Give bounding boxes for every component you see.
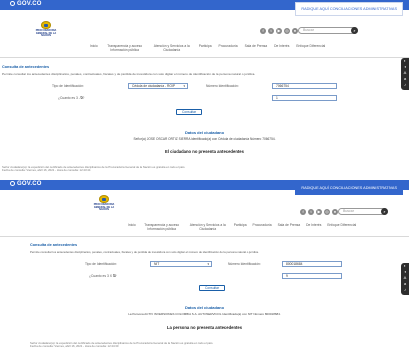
id-number-label: Número Identificación: [206, 84, 239, 88]
gov-logo-icon [10, 181, 15, 186]
id-number-label: Número Identificación: [228, 262, 261, 266]
search-icon[interactable]: ⌕ [381, 208, 388, 215]
result-citizen-line: La Persona ACTIV INVERSIONES COLOMBIA S.… [128, 312, 281, 316]
conciliaciones-link[interactable]: RADIQUE AQUÍ CONCILIACIONES ADMINISTRATI… [295, 181, 403, 195]
divider [0, 57, 409, 58]
consult-button[interactable]: Consultar [199, 285, 226, 291]
nav-inicio[interactable]: Inicio [128, 223, 136, 232]
nav-transparencia[interactable]: Transparencia y acceso Información públi… [142, 223, 182, 232]
accessibility-bar: ◐ ◑ A a ♪ [401, 58, 409, 90]
main-nav: Inicio Transparencia y acceso Informació… [90, 44, 325, 53]
main-nav: Inicio Transparencia y acceso Informació… [128, 223, 356, 232]
accessibility-bar: ◐ ◑ A a ♪ [401, 263, 409, 295]
nav-inicio[interactable]: Inicio [90, 44, 98, 53]
facebook-icon[interactable]: f [300, 209, 306, 215]
audio-icon[interactable]: ♪ [401, 82, 409, 88]
screenshot-1: GOV.CO RADIQUE AQUÍ CONCILIACIONES ADMIN… [0, 0, 409, 178]
procuraduria-logo[interactable]: PROCURADURIA GENERAL DE LA NACION [92, 195, 116, 211]
screenshot-2: GOV.CO RADIQUE AQUÍ CONCILIACIONES ADMIN… [0, 180, 409, 355]
id-type-select[interactable]: Cédula de ciudadanía - ROIP ▾ [128, 83, 188, 89]
nav-participa[interactable]: Participa [199, 44, 212, 53]
section-title: Consulta de antecedentes [2, 65, 50, 69]
divider [0, 236, 409, 237]
social-links: f t ▶ ◎ ● [300, 209, 338, 215]
instructions-text: Permite consultar los antecedentes disci… [2, 72, 256, 76]
audio-icon[interactable]: ♪ [401, 287, 409, 293]
conciliaciones-link[interactable]: RADIQUE AQUÍ CONCILIACIONES ADMINISTRATI… [295, 2, 403, 16]
twitter-icon[interactable]: t [268, 28, 274, 34]
nav-transparencia[interactable]: Transparencia y acceso Información públi… [105, 44, 145, 53]
result-heading: Datos del ciudadano [184, 305, 225, 310]
result-heading: Datos del ciudadano [184, 130, 225, 135]
search-input[interactable]: Buscar ⌕ [298, 27, 358, 34]
search-icon[interactable]: ⌕ [351, 27, 358, 34]
coat-of-arms-icon [99, 195, 109, 203]
id-number-field[interactable]: 7066754 [272, 83, 337, 89]
consult-button[interactable]: Consultar [176, 109, 203, 115]
result-status: El ciudadano no presenta antecedentes [165, 149, 244, 154]
coat-of-arms-icon [41, 21, 51, 29]
id-type-label: Tipo de Identificación: [85, 262, 117, 266]
chevron-down-icon: ▾ [207, 262, 209, 266]
captcha-field[interactable]: 1 [272, 95, 337, 101]
captcha-field[interactable]: 9 [282, 273, 342, 279]
chevron-down-icon: ▾ [183, 84, 185, 88]
instagram-icon[interactable]: ◎ [284, 28, 290, 34]
nav-procuraduria[interactable]: Procuraduría [253, 223, 272, 232]
nav-sala-prensa[interactable]: Sala de Prensa [245, 44, 268, 53]
gov-logo[interactable]: GOV.CO [10, 181, 42, 187]
gov-logo[interactable]: GOV.CO [10, 1, 42, 7]
youtube-icon[interactable]: ▶ [276, 28, 282, 34]
search-input[interactable]: Buscar ⌕ [338, 208, 388, 215]
nav-participa[interactable]: Participa [234, 223, 247, 232]
nav-atencion[interactable]: Atención y Servicios a la Ciudadanía [152, 44, 192, 53]
nav-enfoque[interactable]: Enfoque Diferencial [327, 223, 356, 232]
result-citizen-line: Señor(a) JOSE OSCAR ORTIZ SIERRA identif… [133, 137, 276, 141]
refresh-icon[interactable]: ↻ [80, 95, 83, 100]
procuraduria-logo[interactable]: PROCURADURIA GENERAL DE LA NACION [34, 21, 58, 37]
id-type-select[interactable]: NIT ▾ [150, 261, 212, 267]
youtube-icon[interactable]: ▶ [316, 209, 322, 215]
footer-note: Señor ciudadano(a): la expedición del ce… [2, 165, 186, 173]
nav-de-interes[interactable]: De Interés [306, 223, 321, 232]
gov-logo-icon [10, 1, 15, 6]
nav-enfoque[interactable]: Enfoque Diferencial [296, 44, 325, 53]
nav-sala-prensa[interactable]: Sala de Prensa [278, 223, 301, 232]
id-number-field[interactable]: 800018684 [282, 261, 342, 267]
nav-de-interes[interactable]: De Interés [274, 44, 289, 53]
instagram-icon[interactable]: ◎ [324, 209, 330, 215]
result-status: La persona no presenta antecedentes [166, 325, 243, 330]
social-links: f t ▶ ◎ ● [260, 28, 298, 34]
id-type-label: Tipo de Identificación: [52, 84, 84, 88]
section-title: Consulta de antecedentes [30, 243, 78, 247]
refresh-icon[interactable]: ↻ [113, 273, 116, 278]
nav-procuraduria[interactable]: Procuraduría [219, 44, 238, 53]
twitter-icon[interactable]: t [308, 209, 314, 215]
footer-note: Señor ciudadano(a): la expedición del ce… [30, 341, 214, 349]
facebook-icon[interactable]: f [260, 28, 266, 34]
nav-atencion[interactable]: Atención y Servicios a la Ciudadanía [188, 223, 228, 232]
instructions-text: Permite consultar los antecedentes disci… [30, 250, 259, 254]
